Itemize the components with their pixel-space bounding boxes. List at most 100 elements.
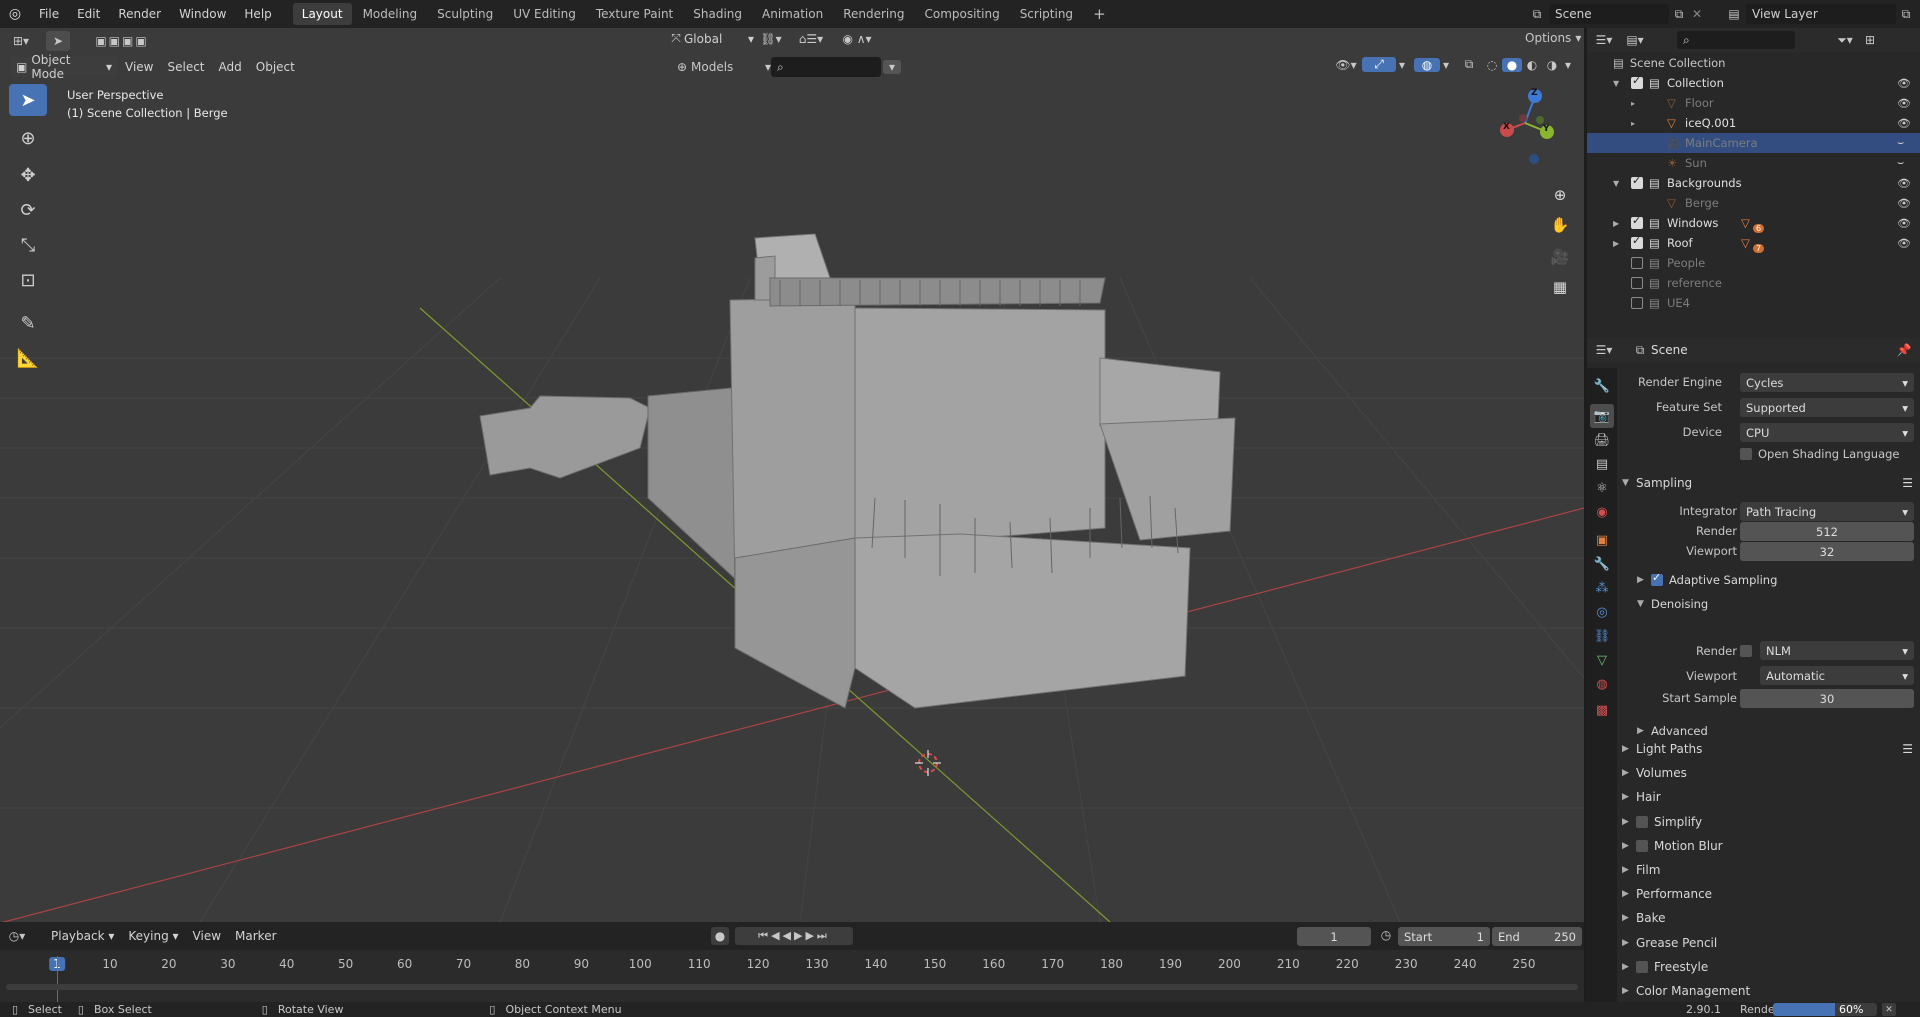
add-workspace-button[interactable]: + (1084, 3, 1115, 25)
outliner-row[interactable]: ▼ ▤ Backgrounds 👁 (1587, 173, 1920, 193)
expand-toggle-icon[interactable]: ▸ (1631, 99, 1635, 108)
visibility-eye-icon[interactable]: 👁 (1897, 97, 1911, 110)
panel-grease-pencil[interactable]: ▶ Grease Pencil (1622, 932, 1917, 954)
expand-toggle-icon[interactable]: ▸ (1631, 119, 1635, 128)
tab-shading[interactable]: Shading (684, 3, 751, 25)
panel-performance[interactable]: ▶ Performance (1622, 883, 1917, 905)
tab-sculpting[interactable]: Sculpting (428, 3, 502, 25)
outliner-row[interactable]: ☀ Sun ⌣ (1587, 153, 1920, 173)
record-icon[interactable]: ● (711, 927, 729, 945)
display-mode-icon[interactable]: ▤▾ (1619, 33, 1651, 47)
transform-orientation-icon[interactable]: ⤧ (668, 31, 684, 46)
start-sample-field[interactable]: 30 (1740, 689, 1914, 708)
tab-rendering[interactable]: Rendering (834, 3, 913, 25)
annotate-tool[interactable]: ✎ (9, 307, 47, 339)
panel-motion-blur[interactable]: ▶ Motion Blur (1622, 835, 1917, 857)
timeline-editor-icon[interactable]: ◷▾ (0, 929, 34, 943)
blender-logo-icon[interactable]: ◎ (0, 6, 30, 22)
camera-view-button[interactable]: 🎥 (1547, 244, 1573, 270)
tab-layout[interactable]: Layout (292, 3, 352, 25)
tab-particles[interactable]: ⁂ (1590, 576, 1614, 600)
mode-dropdown[interactable]: ▣ Object Mode ▾ (10, 53, 118, 81)
tab-world[interactable]: ◉ (1590, 500, 1614, 524)
menu-window[interactable]: Window (170, 0, 235, 28)
visibility-eye-icon[interactable]: 👁 (1897, 217, 1911, 230)
outliner-search-input[interactable]: ⌕ (1677, 31, 1795, 49)
list-icon[interactable]: ☰ (1902, 742, 1913, 756)
tab-scripting[interactable]: Scripting (1011, 3, 1082, 25)
render-engine-dropdown[interactable]: Cycles ▾ (1740, 373, 1914, 392)
panel-sampling[interactable]: ▼ Sampling ☰ (1622, 472, 1917, 494)
expand-toggle-icon[interactable]: ▶ (1613, 239, 1619, 248)
outliner-row-scene-collection[interactable]: ▤ Scene Collection (1587, 53, 1920, 73)
menu-help[interactable]: Help (235, 0, 280, 28)
gizmo-dropdown-icon[interactable]: ▾ (1396, 58, 1408, 72)
tab-physics[interactable]: ◎ (1590, 600, 1614, 624)
subpanel-denoising[interactable]: ▼ Denoising (1637, 593, 1920, 615)
exclude-checkbox[interactable] (1631, 257, 1643, 269)
denoise-viewport-dropdown[interactable]: Automatic ▾ (1760, 666, 1914, 685)
transform-orientation-dropdown[interactable]: Global ▾ (684, 32, 754, 46)
start-frame-field[interactable]: Start 1 (1398, 927, 1490, 946)
tab-uv-editing[interactable]: UV Editing (504, 3, 585, 25)
outliner[interactable]: ☰▾ ▤▾ ⌕ ⏷▾ ⊞ ▤ Scene Collection ▼ ▤ Collec… (1587, 28, 1920, 338)
list-icon[interactable]: ☰ (1902, 476, 1913, 490)
tab-object[interactable]: ▣ (1590, 528, 1614, 552)
new-collection-icon[interactable]: ⊞ (1859, 33, 1881, 47)
material-shading-icon[interactable]: ◐ (1522, 58, 1542, 72)
playback-controls-icon[interactable]: ⏮◀◀▶▶⏭ (735, 927, 853, 945)
select-box-mode-icon[interactable]: ▣▣▣▣ (82, 34, 162, 48)
panel-film[interactable]: ▶ Film (1622, 859, 1917, 881)
copy-scene-icon[interactable]: ⧉ (1669, 7, 1689, 22)
scene-icon[interactable]: ⧉ (1525, 7, 1549, 22)
tab-view-layer[interactable]: ▤ (1590, 452, 1614, 476)
move-tool[interactable]: ✥ (9, 159, 47, 191)
delete-scene-icon[interactable]: ✕ (1689, 7, 1705, 21)
menu-keying[interactable]: Keying ▾ (121, 929, 185, 943)
ortho-toggle-button[interactable]: ▦ (1547, 274, 1573, 300)
panel-enable-checkbox[interactable] (1636, 839, 1648, 852)
panel-enable-checkbox[interactable] (1636, 960, 1648, 973)
filter-icon[interactable]: ⏷▾ (1831, 33, 1859, 48)
menu-render[interactable]: Render (109, 0, 170, 28)
expand-toggle-icon[interactable]: ▼ (1613, 179, 1619, 188)
panel-color-management[interactable]: ▶ Color Management (1622, 980, 1917, 1002)
outliner-row[interactable]: ▸ ▽ Floor 👁 (1587, 93, 1920, 113)
scene-name-field[interactable]: Scene (1549, 4, 1669, 24)
panel-hair[interactable]: ▶ Hair (1622, 786, 1917, 808)
timeline[interactable]: ◷▾ Playback ▾ Keying ▾ View Marker ● ⏮◀◀… (0, 922, 1584, 1002)
timeline-scrollbar[interactable] (6, 984, 1578, 990)
tab-output[interactable]: 🖨 (1590, 428, 1614, 452)
cancel-render-icon[interactable]: ✕ (1882, 1003, 1896, 1016)
exclude-checkbox[interactable] (1631, 214, 1643, 229)
overlay-dropdown-icon[interactable]: ▾ (1440, 58, 1452, 72)
subpanel-adaptive-sampling[interactable]: ▶ Adaptive Sampling (1637, 569, 1920, 591)
panel-bake[interactable]: ▶ Bake (1622, 907, 1917, 929)
wireframe-shading-icon[interactable]: ◌ (1482, 58, 1502, 72)
visibility-eye-icon[interactable]: ⌣ (1897, 156, 1904, 170)
filter-dropdown-icon[interactable]: ▾ (883, 60, 901, 74)
options-dropdown[interactable]: Options ▾ (1525, 31, 1581, 45)
outliner-row[interactable]: ▼ ▤ Collection 👁 (1587, 73, 1920, 93)
tab-animation[interactable]: Animation (753, 3, 832, 25)
scale-tool[interactable]: ⤡ (9, 229, 47, 261)
tab-data[interactable]: ▽ (1590, 648, 1614, 672)
zoom-button[interactable]: ⊕ (1547, 182, 1573, 208)
solid-shading-icon[interactable]: ● (1502, 57, 1522, 72)
exclude-checkbox[interactable] (1631, 234, 1643, 249)
visibility-eye-icon[interactable]: 👁 (1897, 117, 1911, 130)
clock-icon[interactable]: ◷ (1378, 928, 1394, 942)
snap-icon[interactable]: ⌂☰▾ (788, 32, 834, 46)
tab-modeling[interactable]: Modeling (354, 3, 427, 25)
tab-constraints[interactable]: ⛓ (1590, 624, 1614, 648)
select-tool-icon[interactable]: ➤ (46, 31, 70, 51)
tab-scene[interactable]: ⚛ (1590, 476, 1614, 500)
outliner-editor-icon[interactable]: ☰▾ (1589, 33, 1619, 47)
expand-toggle-icon[interactable]: ▼ (1613, 79, 1619, 88)
menu-timeline-view[interactable]: View (186, 929, 228, 943)
visibility-eye-icon[interactable]: 👁 (1897, 237, 1911, 250)
denoise-render-checkbox[interactable] (1740, 645, 1752, 657)
samples-viewport-field[interactable]: 32 (1740, 542, 1914, 561)
menu-object[interactable]: Object (249, 60, 302, 74)
select-box-tool[interactable]: ➤ (9, 84, 47, 116)
